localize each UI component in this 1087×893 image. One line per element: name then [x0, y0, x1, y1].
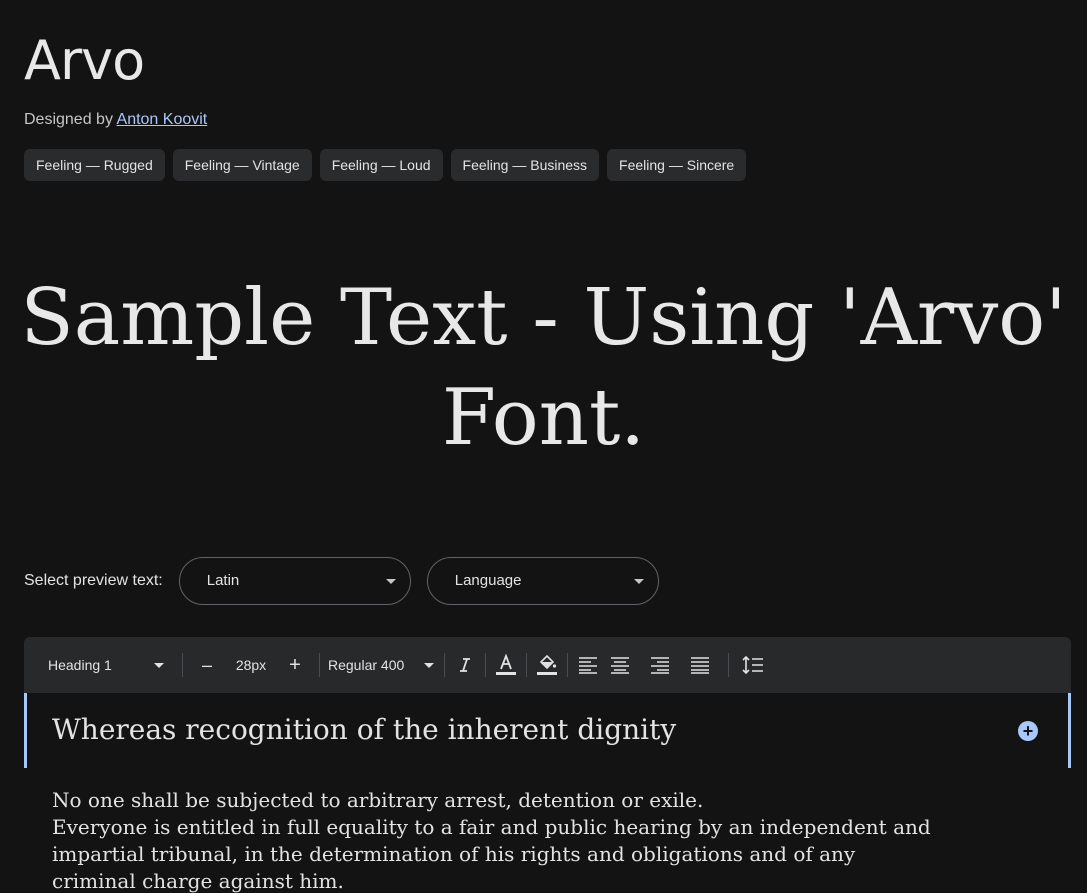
line-spacing-icon[interactable]: [737, 637, 769, 693]
style-dropdown-value: Heading 1: [48, 657, 112, 673]
align-center-icon[interactable]: [600, 637, 640, 693]
caret-down-icon: [633, 579, 644, 584]
text-color-icon[interactable]: [494, 637, 518, 693]
toolbar-divider: [319, 653, 320, 677]
weight-dropdown[interactable]: Regular 400: [328, 637, 436, 693]
align-justify-icon[interactable]: [680, 637, 720, 693]
designed-by-label: Designed by: [24, 111, 113, 128]
tag-vintage[interactable]: Feeling — Vintage: [172, 149, 312, 181]
font-specimen-page: Arvo Designed by Anton Koovit Feeling — …: [0, 0, 1087, 893]
font-size-value[interactable]: 28px: [223, 637, 279, 693]
caret-down-icon: [424, 663, 434, 668]
add-block-button[interactable]: +: [1018, 721, 1038, 741]
sample-text-line-2: Font.: [441, 373, 646, 463]
sample-text-hero: Sample Text - Using 'Arvo' Font.: [0, 268, 1087, 468]
tag-loud[interactable]: Feeling — Loud: [319, 149, 443, 181]
sample-text-line-1: Sample Text - Using 'Arvo': [20, 273, 1067, 363]
designer-line: Designed by Anton Koovit: [24, 110, 207, 130]
caret-down-icon: [385, 579, 396, 584]
toolbar-divider: [182, 653, 183, 677]
increase-size-button[interactable]: +: [279, 637, 311, 693]
paragraph-line: criminal charge against him.: [52, 869, 344, 893]
preview-text-selector: Select preview text: Latin Language: [24, 557, 675, 605]
tag-list: Feeling — Rugged Feeling — Vintage Feeli…: [24, 149, 747, 181]
script-select[interactable]: Latin: [178, 557, 411, 605]
align-left-icon[interactable]: [576, 637, 600, 693]
paragraph-line: No one shall be subjected to arbitrary a…: [52, 788, 704, 812]
toolbar-divider: [728, 653, 729, 677]
italic-icon[interactable]: [453, 637, 477, 693]
paragraph-block[interactable]: No one shall be subjected to arbitrary a…: [52, 787, 1012, 893]
tag-sincere[interactable]: Feeling — Sincere: [607, 149, 747, 181]
toolbar-divider: [526, 653, 527, 677]
tag-business[interactable]: Feeling — Business: [450, 149, 600, 181]
plus-icon: +: [1022, 721, 1034, 741]
heading-text[interactable]: Whereas recognition of the inherent dign…: [52, 711, 676, 749]
style-dropdown[interactable]: Heading 1: [48, 637, 166, 693]
language-select[interactable]: Language: [426, 557, 659, 605]
toolbar-divider: [485, 653, 486, 677]
toolbar-divider: [444, 653, 445, 677]
preview-editor: Whereas recognition of the inherent dign…: [24, 693, 1071, 893]
align-right-icon[interactable]: [640, 637, 680, 693]
decrease-size-button[interactable]: –: [191, 637, 223, 693]
heading-block[interactable]: Whereas recognition of the inherent dign…: [24, 693, 1071, 768]
paragraph-line: Everyone is entitled in full equality to…: [52, 815, 931, 839]
toolbar-divider: [567, 653, 568, 677]
language-select-value: Language: [454, 572, 522, 589]
script-select-value: Latin: [206, 572, 240, 589]
designer-link[interactable]: Anton Koovit: [117, 111, 208, 128]
tag-rugged[interactable]: Feeling — Rugged: [24, 149, 165, 181]
preview-label: Select preview text:: [24, 572, 163, 589]
font-title: Arvo: [24, 29, 145, 92]
highlight-color-icon[interactable]: [535, 637, 559, 693]
weight-dropdown-value: Regular 400: [328, 657, 405, 673]
editor-toolbar: Heading 1 – 28px + Regular 400: [24, 637, 1071, 693]
caret-down-icon: [154, 663, 164, 668]
paragraph-line: impartial tribunal, in the determination…: [52, 842, 856, 866]
